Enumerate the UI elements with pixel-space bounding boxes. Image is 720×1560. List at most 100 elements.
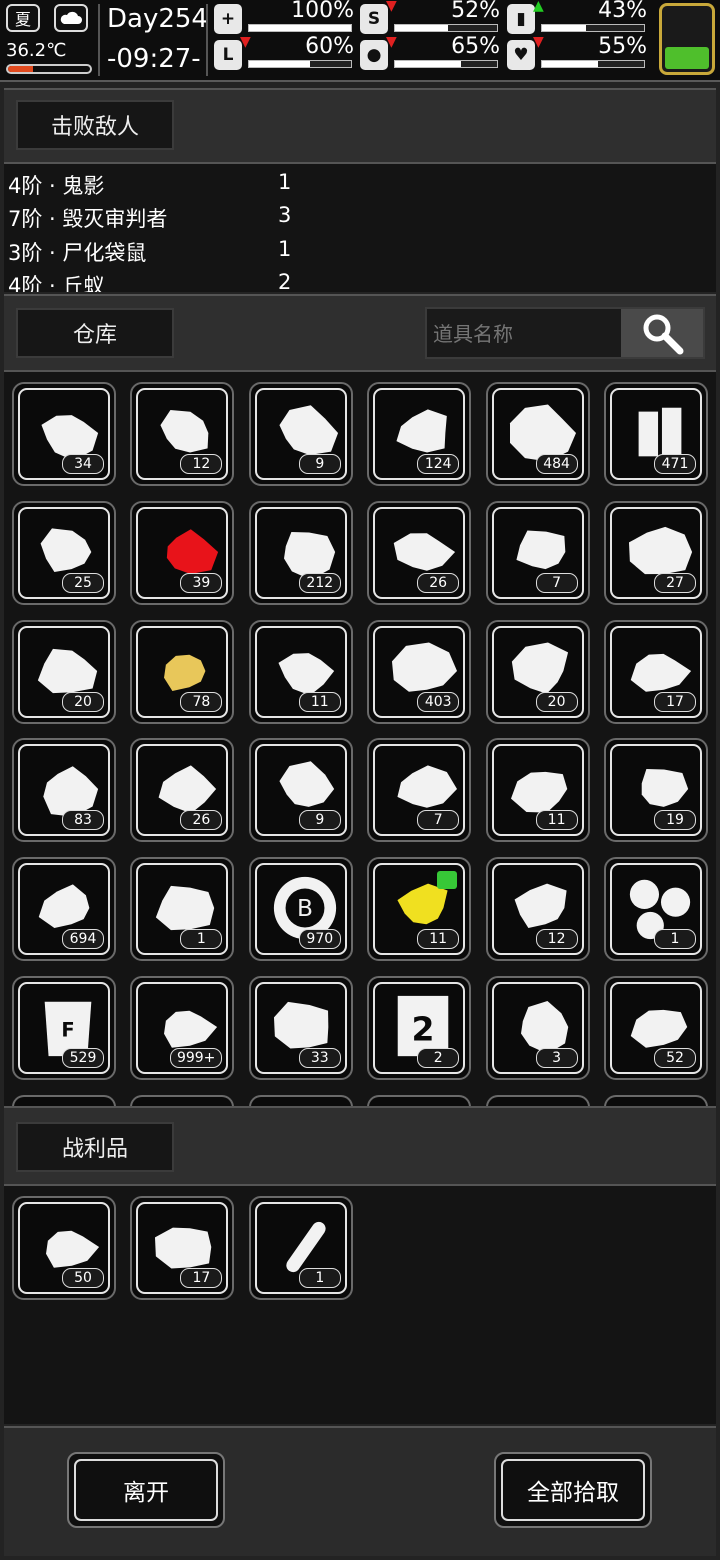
inventory-slot[interactable]: 27	[604, 500, 708, 605]
temperature-bar	[6, 64, 92, 74]
loot-grid[interactable]: 50 17 1	[4, 1186, 716, 1424]
inventory-slot[interactable]	[12, 1094, 116, 1106]
inventory-slot[interactable]: 39	[130, 500, 235, 605]
inventory-slot[interactable]	[367, 1094, 472, 1106]
inventory-slot[interactable]: 17	[604, 619, 708, 724]
stat-energy-bar	[541, 24, 645, 32]
item-quantity: 25	[62, 572, 104, 593]
season-label: 夏	[14, 10, 31, 29]
inventory-slot[interactable]: 19	[604, 738, 708, 843]
item-quantity: 11	[535, 810, 578, 831]
inventory-slot[interactable]: 20	[485, 619, 590, 724]
inventory-slot[interactable]: 33	[248, 976, 353, 1080]
stat-energy: ▮ 43% ▲	[507, 0, 647, 36]
item-quantity: 33	[298, 1048, 341, 1068]
inventory-slot[interactable]: 17	[130, 1196, 235, 1300]
inventory-slot[interactable]: 694	[12, 857, 116, 962]
inventory-slot[interactable]: 7	[367, 738, 472, 843]
take-all-button[interactable]: 全部拾取	[494, 1452, 652, 1528]
inventory-slot[interactable]: 999+	[130, 976, 235, 1080]
inventory-slot[interactable]: 20	[12, 619, 116, 724]
enemy-row: 4阶 · 丘蚁 2	[8, 270, 708, 292]
enemy-name: 4阶 · 丘蚁	[8, 273, 105, 292]
stat-mood-arrow-down-icon: ▼	[533, 34, 544, 50]
inventory-slot[interactable]: 50	[12, 1196, 116, 1300]
inventory-slot[interactable]: 26	[367, 500, 472, 605]
inventory-slot[interactable]: 124	[367, 382, 472, 486]
inventory-slot[interactable]: 484	[485, 382, 590, 486]
inventory-slot[interactable]: 22	[367, 976, 472, 1080]
inventory-slot[interactable]: 34	[12, 382, 116, 486]
stomach-icon: S	[360, 4, 388, 34]
inventory-slot[interactable]	[485, 1094, 590, 1106]
game-clock: -09:27-	[107, 44, 201, 74]
stat-mood-percent: 55%	[598, 34, 647, 59]
tab-defeated-label: 击败敌人	[50, 115, 139, 140]
inventory-slot[interactable]: 12	[130, 382, 235, 486]
item-quantity: 26	[417, 572, 460, 593]
stat-health: +100%	[214, 0, 354, 36]
warehouse-grid[interactable]: 34 12 9 124 484 471 25 39 212 26 7 27 20 78 11 403 20 17 8…	[4, 372, 716, 1106]
inventory-slot[interactable]: 9	[248, 382, 353, 486]
tab-warehouse-label: 仓库	[72, 323, 117, 348]
stat-stamina-bar	[248, 60, 352, 68]
inventory-slot[interactable]: 11	[367, 857, 472, 962]
stat-mood-bar	[541, 60, 645, 68]
stat-energy-arrow-up-icon: ▲	[533, 0, 544, 14]
search-button[interactable]	[621, 309, 703, 357]
inventory-slot[interactable]: B 970	[248, 857, 353, 962]
item-quantity: 34	[62, 454, 104, 474]
item-quantity: 124	[417, 454, 460, 474]
inventory-slot[interactable]: 1	[130, 857, 235, 962]
inventory-slot[interactable]: 52	[604, 976, 708, 1080]
defeated-section-header: 击败敌人	[4, 88, 716, 164]
inventory-slot[interactable]: 11	[485, 738, 590, 843]
item-quantity: 78	[180, 691, 223, 712]
item-quantity: 20	[62, 691, 104, 712]
inventory-slot[interactable]	[130, 1094, 235, 1106]
item-quantity: 7	[417, 810, 460, 831]
inventory-slot[interactable]: 12	[485, 857, 590, 962]
inventory-slot[interactable]	[604, 1094, 708, 1106]
tab-warehouse[interactable]: 仓库	[16, 308, 174, 358]
inventory-slot[interactable]: 11	[248, 619, 353, 724]
temperature-label: 36.2℃	[6, 40, 67, 61]
water-drop-icon: ●	[360, 40, 388, 70]
inventory-slot[interactable]: 78	[130, 619, 235, 724]
season-icon: 夏	[6, 4, 40, 32]
stat-thirst-percent: 65%	[451, 34, 500, 59]
item-quantity: 484	[535, 454, 578, 474]
stat-mood: ♥ 55% ▼	[507, 34, 647, 72]
stat-hunger-arrow-down-icon: ▼	[386, 0, 397, 14]
inventory-slot[interactable]	[248, 1094, 353, 1106]
inventory-slot[interactable]: 403	[367, 619, 472, 724]
enemy-name: 4阶 · 鬼影	[8, 174, 105, 198]
inventory-slot[interactable]: 3	[485, 976, 590, 1080]
inventory-slot[interactable]: 25	[12, 500, 116, 605]
inventory-slot[interactable]: 212	[248, 500, 353, 605]
inventory-slot[interactable]: 1	[604, 857, 708, 962]
enemy-row: 4阶 · 鬼影 1	[8, 170, 708, 203]
tab-defeated-enemies[interactable]: 击败敌人	[16, 100, 174, 150]
inventory-slot[interactable]: 471	[604, 382, 708, 486]
item-search-input[interactable]	[431, 315, 625, 353]
enemy-row: 3阶 · 尸化袋鼠 1	[8, 237, 708, 270]
enemy-count: 1	[278, 170, 292, 194]
tab-loot[interactable]: 战利品	[16, 1122, 174, 1172]
item-quantity: 970	[298, 929, 341, 950]
inventory-slot[interactable]: 7	[485, 500, 590, 605]
inventory-slot[interactable]: F 529	[12, 976, 116, 1080]
item-quantity: 11	[298, 691, 341, 712]
item-quantity: 1	[654, 929, 696, 950]
inventory-slot[interactable]: 1	[248, 1196, 353, 1300]
item-quantity: 19	[654, 810, 696, 831]
leave-button[interactable]: 离开	[67, 1452, 225, 1528]
defeated-enemies-list[interactable]: 4阶 · 鬼影 1 7阶 · 毁灭审判者 3 3阶 · 尸化袋鼠 1 4阶 · 丘蚁 2	[4, 164, 716, 292]
inventory-slot[interactable]: 26	[130, 738, 235, 843]
day-counter: Day254	[107, 4, 208, 34]
tab-loot-label: 战利品	[61, 1137, 128, 1162]
inventory-slot[interactable]: 9	[248, 738, 353, 843]
inventory-slot[interactable]: 83	[12, 738, 116, 843]
item-quantity: 9	[298, 810, 341, 831]
stat-energy-percent: 43%	[598, 0, 647, 23]
